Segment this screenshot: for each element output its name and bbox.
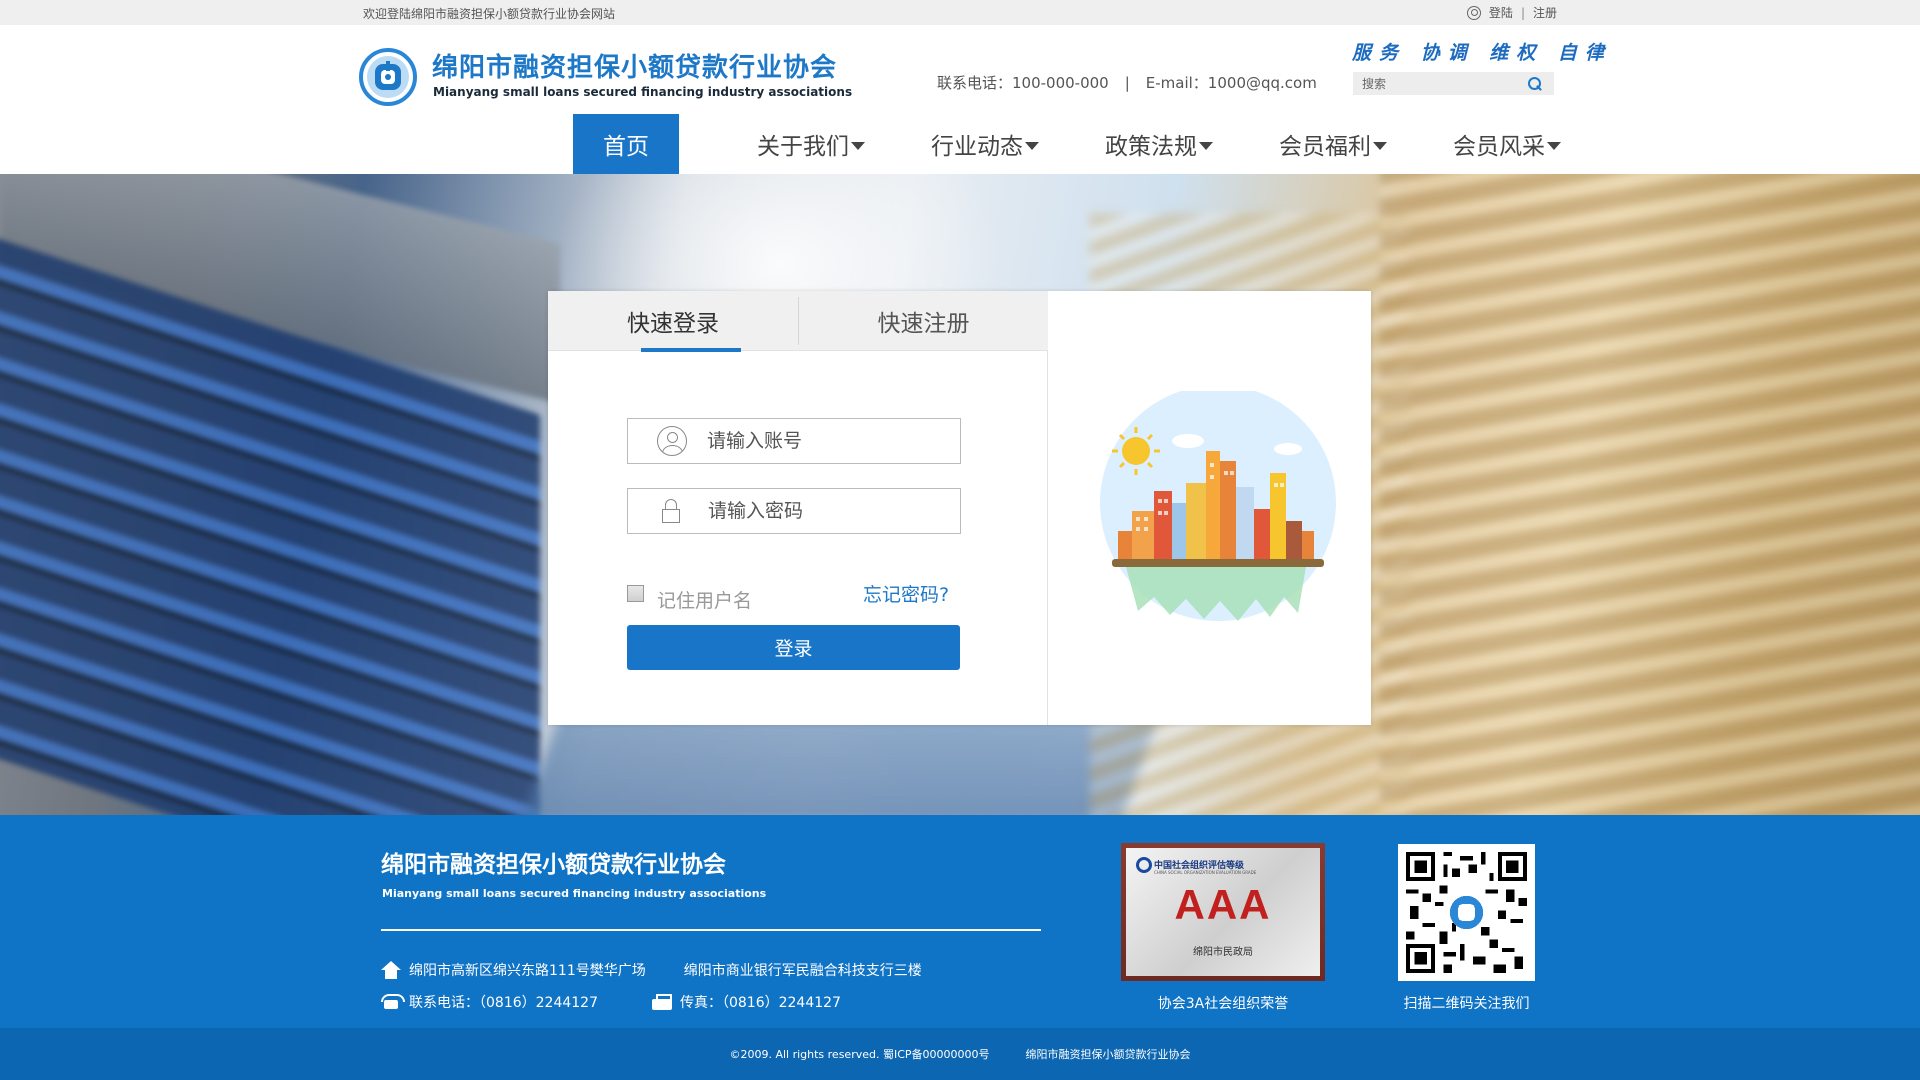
nav-item-label: 行业动态 <box>931 134 1023 160</box>
nav-item-member-benefits[interactable]: 会员福利 <box>1246 114 1420 174</box>
caret-down-icon <box>1025 141 1039 150</box>
footer-fax: 传真：（0816）2244127 <box>679 995 841 1011</box>
fax-icon <box>651 994 672 1010</box>
footer-brand-en: Mianyang small loans secured financing i… <box>382 887 767 900</box>
qr-caption: 扫描二维码关注我们 <box>1403 996 1530 1012</box>
remember-label: 记住用户名 <box>657 590 753 612</box>
footer-contact: 联系电话：（0816）2244127 传真：（0816）2244127 <box>381 992 841 1012</box>
search-box <box>1353 72 1554 95</box>
contact-separator: | <box>1124 74 1130 92</box>
account-field <box>627 418 961 464</box>
login-button[interactable]: 登录 <box>627 625 960 670</box>
tab-quick-login[interactable]: 快速登录 <box>548 291 798 351</box>
password-field <box>627 488 961 534</box>
site-footer: 绵阳市融资担保小额贷款行业协会 Mianyang small loans sec… <box>0 815 1920 1028</box>
main-nav: 首页 关于我们 行业动态 政策法规 会员福利 会员风采 <box>573 114 1594 174</box>
search-icon[interactable] <box>1527 76 1543 92</box>
certificate-caption: 协会3A社会组织荣誉 <box>1157 996 1289 1012</box>
user-icon <box>657 426 687 456</box>
caret-down-icon <box>1199 141 1213 150</box>
auth-separator: | <box>1520 5 1525 20</box>
password-input[interactable] <box>708 500 958 522</box>
header-contact: 联系电话：100-000-000 | E-mail：1000@qq.com <box>937 72 1317 93</box>
footer-address: 绵阳市高新区绵兴东路111号樊华广场 绵阳市商业银行军民融合科技支行三楼 <box>381 960 922 980</box>
slogan: 服务 协调 维权 自律 <box>1352 42 1612 64</box>
site-header: 绵阳市融资担保小额贷款行业协会 Mianyang small loans sec… <box>0 25 1920 174</box>
address-line-1: 绵阳市高新区绵兴东路111号樊华广场 <box>409 963 646 979</box>
aaa-certificate: 中国社会组织评估等级 CHINA SOCIAL ORGANIZATION EVA… <box>1121 843 1325 981</box>
footer-divider <box>381 929 1041 931</box>
footer-phone: 联系电话：（0816）2244127 <box>409 995 598 1011</box>
qr-code <box>1398 844 1535 981</box>
address-line-2: 绵阳市商业银行军民融合科技支行三楼 <box>683 963 922 979</box>
association-logo-icon[interactable] <box>358 47 418 107</box>
tab-quick-register[interactable]: 快速注册 <box>799 291 1048 351</box>
auth-links: 登陆 | 注册 <box>1466 4 1557 21</box>
user-circle-icon <box>1466 5 1481 20</box>
welcome-text: 欢迎登陆绵阳市融资担保小额贷款行业协会网站 <box>363 7 616 21</box>
nav-item-industry-news[interactable]: 行业动态 <box>898 114 1072 174</box>
login-tabs: 快速登录 快速注册 <box>548 291 1048 352</box>
remember-checkbox[interactable] <box>627 585 644 602</box>
top-utility-bar: 欢迎登陆绵阳市融资担保小额贷款行业协会网站 登陆 | 注册 <box>0 0 1920 25</box>
search-input[interactable] <box>1353 76 1523 91</box>
certificate-plaque: 中国社会组织评估等级 CHINA SOCIAL ORGANIZATION EVA… <box>1126 848 1320 976</box>
nav-item-label: 会员福利 <box>1279 134 1371 160</box>
certificate-subtitle: CHINA SOCIAL ORGANIZATION EVALUATION GRA… <box>1154 870 1257 875</box>
login-panel: 快速登录 快速注册 记住用户名 忘记密码? 登录 <box>548 291 1371 725</box>
nav-item-about[interactable]: 关于我们 <box>724 114 898 174</box>
caret-down-icon <box>1547 141 1561 150</box>
brand-name-en: Mianyang small loans secured financing i… <box>433 85 853 99</box>
nav-item-label: 政策法规 <box>1105 134 1197 160</box>
certificate-emblem-icon <box>1136 857 1152 873</box>
copyright-org: 绵阳市融资担保小额贷款行业协会 <box>1025 1048 1191 1061</box>
remember-username: 记住用户名 <box>627 574 752 613</box>
nav-item-policies[interactable]: 政策法规 <box>1072 114 1246 174</box>
nav-item-label: 首页 <box>603 134 649 160</box>
telephone-icon <box>381 994 405 1010</box>
register-link[interactable]: 注册 <box>1533 4 1557 21</box>
qr-code-icon <box>1406 852 1527 973</box>
footer-brand-cn: 绵阳市融资担保小额贷款行业协会 <box>381 852 726 878</box>
copyright-text: ©2009. All rights reserved. 蜀ICP备0000000… <box>729 1048 990 1061</box>
caret-down-icon <box>1373 141 1387 150</box>
forgot-password-link[interactable]: 忘记密码? <box>863 580 949 607</box>
lock-icon <box>662 499 680 523</box>
nav-item-member-showcase[interactable]: 会员风采 <box>1420 114 1594 174</box>
brand-name-cn: 绵阳市融资担保小额贷款行业协会 <box>432 53 838 83</box>
account-input[interactable] <box>707 430 957 452</box>
login-form-area: 快速登录 快速注册 记住用户名 忘记密码? 登录 <box>548 291 1048 725</box>
login-link[interactable]: 登陆 <box>1489 4 1513 21</box>
home-icon <box>381 961 401 979</box>
nav-item-home[interactable]: 首页 <box>573 114 679 174</box>
header-email: E-mail：1000@qq.com <box>1145 74 1317 92</box>
certificate-issuer: 绵阳市民政局 <box>1193 947 1253 958</box>
nav-item-label: 关于我们 <box>757 134 849 160</box>
nav-item-label: 会员风采 <box>1453 134 1545 160</box>
building-decoration <box>1380 174 1920 815</box>
active-tab-indicator <box>641 348 741 352</box>
copyright-bar: ©2009. All rights reserved. 蜀ICP备0000000… <box>0 1028 1920 1080</box>
city-illustration-icon <box>1094 391 1338 621</box>
caret-down-icon <box>851 141 865 150</box>
certificate-grade: AAA <box>1174 881 1272 928</box>
header-phone: 联系电话：100-000-000 <box>937 74 1109 92</box>
